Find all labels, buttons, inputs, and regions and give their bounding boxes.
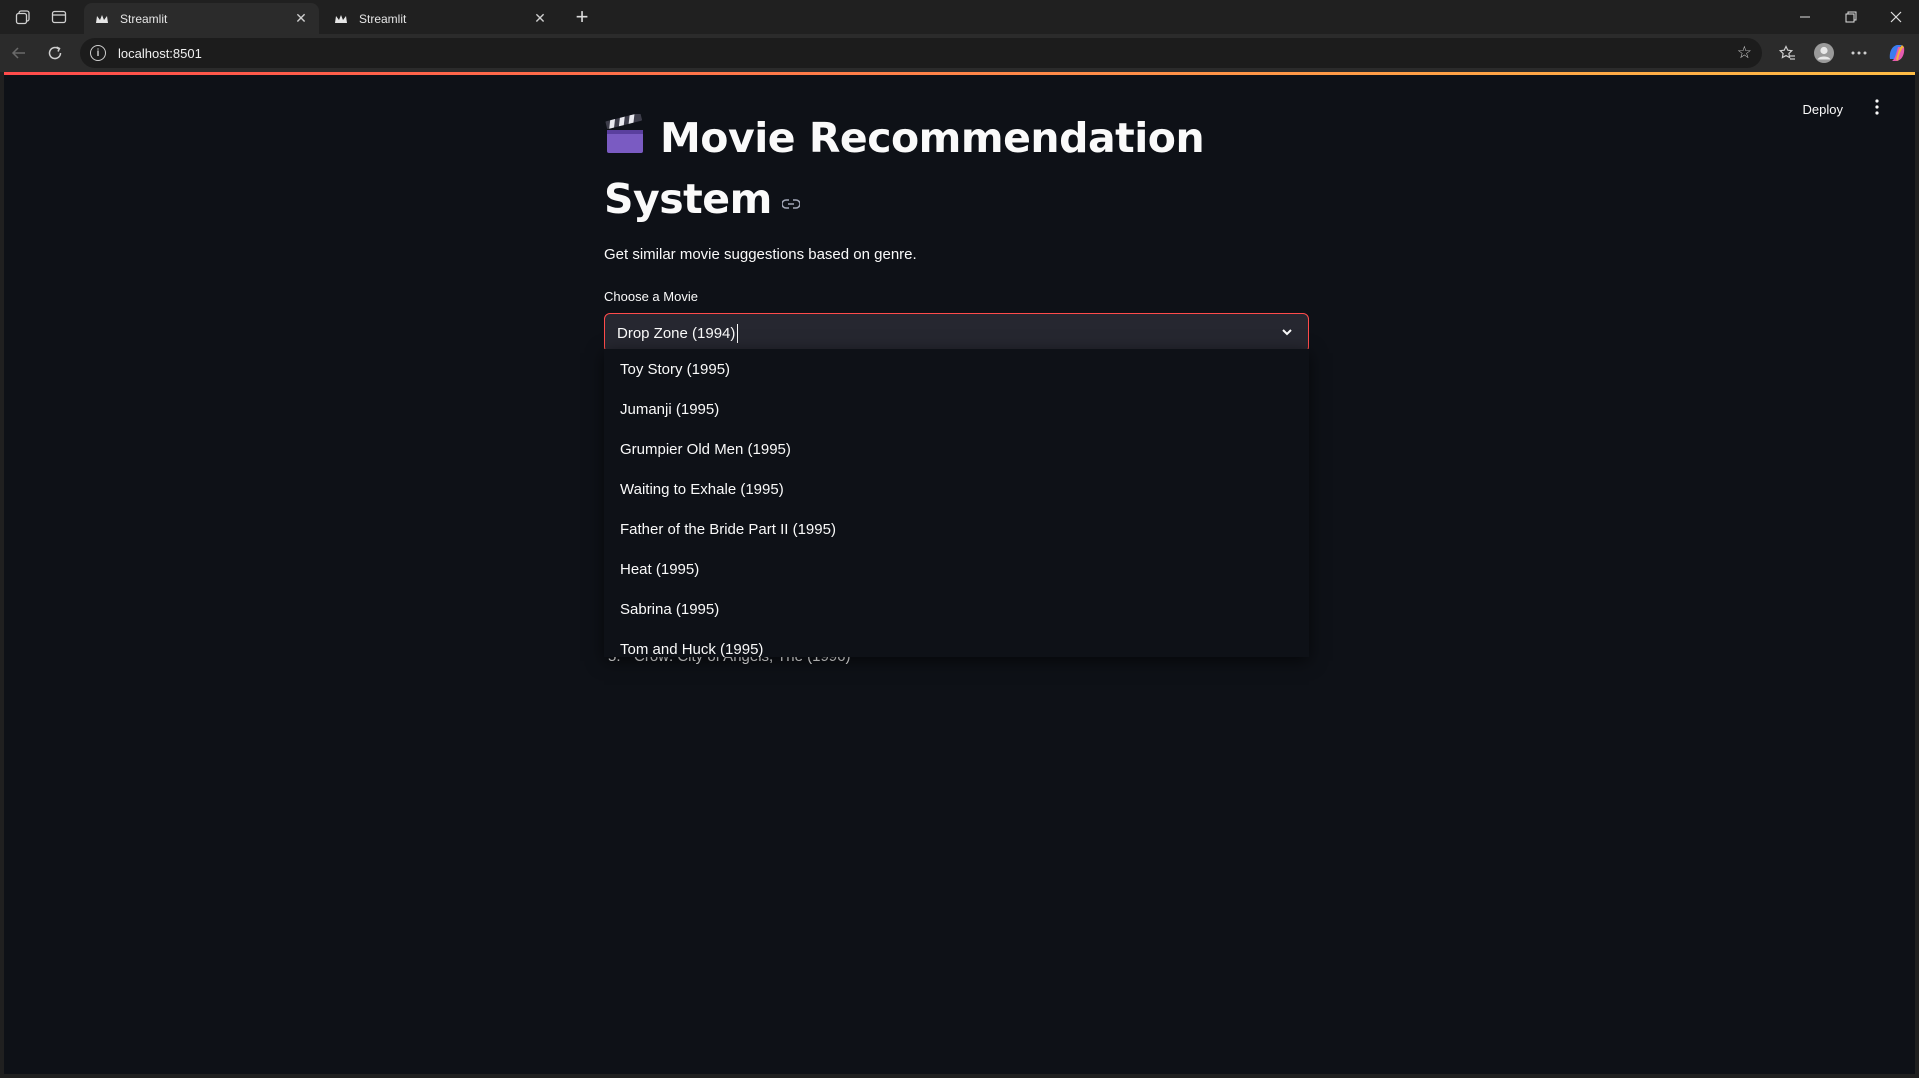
address-bar[interactable]: i localhost:8501 ☆ <box>80 38 1762 68</box>
close-window-button[interactable] <box>1873 0 1919 34</box>
app-header: Deploy <box>1797 98 1885 121</box>
option-item[interactable]: Waiting to Exhale (1995) <box>604 469 1309 509</box>
copilot-icon[interactable] <box>1884 40 1910 66</box>
browser-titlebar: Streamlit ✕ Streamlit ✕ + <box>0 0 1919 34</box>
site-info-icon[interactable]: i <box>90 45 106 61</box>
text-cursor <box>737 323 739 343</box>
option-item[interactable]: Heat (1995) <box>604 549 1309 589</box>
tab-streamlit-2[interactable]: Streamlit ✕ <box>323 3 558 34</box>
select-label: Choose a Movie <box>604 289 698 304</box>
main-menu-icon[interactable] <box>1869 99 1885 120</box>
tab-streamlit-1[interactable]: Streamlit ✕ <box>84 3 319 34</box>
vertical-tabs-icon[interactable] <box>48 6 70 28</box>
minimize-button[interactable] <box>1782 0 1828 34</box>
favorite-star-icon[interactable]: ☆ <box>1737 43 1752 63</box>
url-text: localhost:8501 <box>118 45 202 61</box>
new-tab-button[interactable]: + <box>570 4 594 29</box>
close-tab-icon[interactable]: ✕ <box>293 10 309 27</box>
option-item[interactable]: Tom and Huck (1995) <box>604 629 1309 658</box>
option-item[interactable]: Sabrina (1995) <box>604 589 1309 629</box>
favorites-icon[interactable] <box>1774 40 1800 66</box>
tab-title: Streamlit <box>120 11 168 26</box>
option-item[interactable]: Toy Story (1995) <box>604 349 1309 389</box>
browser-toolbar: i localhost:8501 ☆ <box>0 34 1919 72</box>
streamlit-favicon-icon <box>94 11 110 27</box>
header-decoration-bar <box>4 72 1915 75</box>
page-title: Movie Recommendation System <box>604 112 1309 226</box>
deploy-button[interactable]: Deploy <box>1797 98 1849 121</box>
reload-button[interactable] <box>42 40 68 66</box>
option-item[interactable]: Grumpier Old Men (1995) <box>604 429 1309 469</box>
title-text: Movie Recommendation System <box>604 114 1205 223</box>
more-options-icon[interactable] <box>1846 40 1872 66</box>
anchor-link-icon[interactable] <box>781 169 801 222</box>
movie-options-dropdown[interactable]: Toy Story (1995) Jumanji (1995) Grumpier… <box>604 349 1309 657</box>
tab-title: Streamlit <box>359 11 407 26</box>
main-block: Movie Recommendation System Get similar … <box>604 112 1309 353</box>
close-tab-icon[interactable]: ✕ <box>532 10 548 27</box>
movie-select-value[interactable]: Drop Zone (1994) <box>617 325 735 342</box>
profile-avatar-icon[interactable] <box>1811 40 1837 66</box>
chevron-down-icon[interactable] <box>1280 325 1294 344</box>
workspaces-icon[interactable] <box>12 6 34 28</box>
subtitle-text: Get similar movie suggestions based on g… <box>604 246 917 263</box>
clapperboard-icon <box>604 112 646 169</box>
restore-button[interactable] <box>1828 0 1874 34</box>
option-item[interactable]: Father of the Bride Part II (1995) <box>604 509 1309 549</box>
movie-select[interactable]: Drop Zone (1994) <box>604 313 1309 353</box>
back-button[interactable] <box>6 40 32 66</box>
streamlit-favicon-icon <box>333 11 349 27</box>
option-item[interactable]: Jumanji (1995) <box>604 389 1309 429</box>
